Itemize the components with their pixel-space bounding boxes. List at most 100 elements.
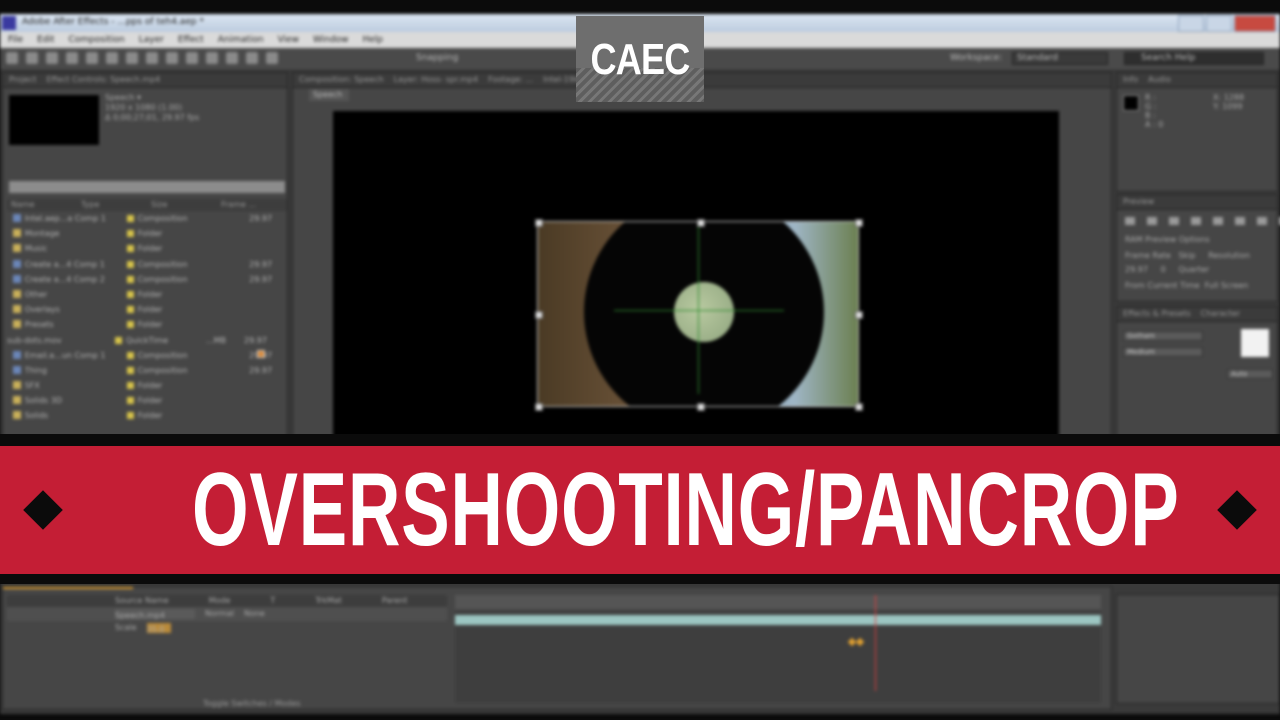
menu-file[interactable]: File bbox=[8, 32, 23, 48]
project-row[interactable]: Solids 3D Folder bbox=[7, 393, 287, 408]
font-family-select[interactable]: Gotham bbox=[1123, 331, 1203, 341]
tab-footage[interactable]: Footage: ... bbox=[488, 73, 533, 87]
brush-tool-icon[interactable] bbox=[206, 52, 218, 64]
mask-tool-icon[interactable] bbox=[146, 52, 158, 64]
transform-handle[interactable] bbox=[697, 219, 705, 227]
menu-view[interactable]: View bbox=[278, 32, 299, 48]
menu-edit[interactable]: Edit bbox=[37, 32, 54, 48]
playhead[interactable] bbox=[874, 595, 876, 691]
tab-preview[interactable]: Preview bbox=[1123, 195, 1154, 209]
last-frame-icon[interactable] bbox=[1213, 217, 1223, 225]
leading-select[interactable]: Auto bbox=[1227, 369, 1273, 379]
tab-project[interactable]: Project bbox=[9, 73, 36, 87]
tab-character[interactable]: Character bbox=[1201, 307, 1241, 321]
rotate-tool-icon[interactable] bbox=[86, 52, 98, 64]
type-tool-icon[interactable] bbox=[186, 52, 198, 64]
menu-help[interactable]: Help bbox=[362, 32, 383, 48]
frame-rate-select[interactable]: 29.97 bbox=[1125, 265, 1148, 274]
label-color-icon[interactable] bbox=[126, 230, 134, 238]
layer-property-row[interactable]: Scale 35.0 bbox=[7, 621, 447, 635]
menu-window[interactable]: Window bbox=[313, 32, 349, 48]
first-frame-icon[interactable] bbox=[1125, 217, 1135, 225]
comp-subtab[interactable]: Speech bbox=[309, 89, 349, 101]
col-frame[interactable]: Frame ... bbox=[217, 199, 287, 211]
label-color-icon[interactable] bbox=[126, 366, 134, 374]
eraser-tool-icon[interactable] bbox=[246, 52, 258, 64]
transform-handle[interactable] bbox=[697, 403, 705, 411]
menu-effect[interactable]: Effect bbox=[178, 32, 204, 48]
project-row[interactable]: Presets Folder bbox=[7, 317, 287, 332]
tab-audio[interactable]: Audio bbox=[1148, 73, 1171, 87]
puppet-tool-icon[interactable] bbox=[266, 52, 278, 64]
project-row[interactable]: Create a...4 Comp 1 Composition 29.97 bbox=[7, 257, 287, 272]
label-color-icon[interactable] bbox=[126, 397, 134, 405]
transform-handle[interactable] bbox=[535, 311, 543, 319]
menu-animation[interactable]: Animation bbox=[218, 32, 264, 48]
transform-handle[interactable] bbox=[855, 403, 863, 411]
minimize-button[interactable] bbox=[1178, 15, 1204, 32]
play-icon[interactable] bbox=[1169, 217, 1179, 225]
project-row[interactable]: sub-dots.mov QuickTime ...MB 29.97 bbox=[7, 333, 287, 358]
project-row[interactable]: Solids Folder bbox=[7, 408, 287, 423]
from-current-time-checkbox[interactable]: From Current Time bbox=[1125, 281, 1200, 290]
project-row[interactable]: Thing Composition 29.97 bbox=[7, 363, 287, 378]
clone-tool-icon[interactable] bbox=[226, 52, 238, 64]
transform-handle[interactable] bbox=[855, 219, 863, 227]
project-row[interactable]: SFX Folder bbox=[7, 378, 287, 393]
font-style-select[interactable]: Medium bbox=[1123, 347, 1203, 357]
col-name[interactable]: Name bbox=[7, 199, 77, 211]
pan-behind-tool-icon[interactable] bbox=[126, 52, 138, 64]
label-color-icon[interactable] bbox=[126, 245, 134, 253]
search-help-input[interactable]: Search Help bbox=[1124, 52, 1264, 65]
maximize-button[interactable] bbox=[1206, 15, 1232, 32]
transform-handle[interactable] bbox=[535, 403, 543, 411]
loop-icon[interactable] bbox=[1257, 217, 1267, 225]
project-row[interactable]: Music Folder bbox=[7, 241, 287, 256]
label-color-icon[interactable] bbox=[126, 321, 134, 329]
label-color-icon[interactable] bbox=[126, 275, 134, 283]
layer-row[interactable]: Speech.mp4 Normal None bbox=[7, 607, 447, 621]
label-color-icon[interactable] bbox=[126, 382, 134, 390]
transform-handle[interactable] bbox=[535, 219, 543, 227]
next-frame-icon[interactable] bbox=[1191, 217, 1201, 225]
label-color-icon[interactable] bbox=[126, 290, 134, 298]
label-color-icon[interactable] bbox=[115, 336, 122, 344]
tab-effect-controls[interactable]: Effect Controls: Speech.mp4 bbox=[46, 73, 160, 87]
col-type[interactable]: Type bbox=[77, 199, 147, 211]
zoom-tool-icon[interactable] bbox=[66, 52, 78, 64]
layer-mode[interactable]: Normal bbox=[205, 607, 234, 621]
toggle-switches-modes[interactable]: Toggle Switches / Modes bbox=[203, 699, 301, 708]
time-ruler[interactable] bbox=[455, 595, 1101, 609]
tab-effects-presets[interactable]: Effects & Presets bbox=[1123, 307, 1191, 321]
project-row[interactable]: Overlays Folder bbox=[7, 302, 287, 317]
selection-tool-icon[interactable] bbox=[26, 52, 38, 64]
property-value[interactable]: 35.0 bbox=[146, 623, 171, 634]
layer-name[interactable]: Speech.mp4 bbox=[115, 609, 195, 620]
menu-composition[interactable]: Composition bbox=[69, 32, 125, 48]
workspace-select[interactable]: Standard bbox=[1012, 52, 1108, 65]
project-row[interactable]: Email.a...un Comp 1 Composition 29.97 bbox=[7, 348, 287, 363]
tab-layer[interactable]: Layer: Hoss- spr.mp4 bbox=[394, 73, 478, 87]
snapping-label[interactable]: Snapping bbox=[416, 53, 458, 63]
label-color-icon[interactable] bbox=[126, 260, 134, 268]
close-button[interactable] bbox=[1234, 15, 1276, 32]
scope-footage-layer[interactable] bbox=[537, 221, 859, 407]
camera-tool-icon[interactable] bbox=[106, 52, 118, 64]
full-screen-checkbox[interactable]: Full Screen bbox=[1205, 281, 1249, 290]
layer-duration-bar[interactable] bbox=[455, 615, 1101, 625]
project-row[interactable]: Create a...4 Comp 2 Composition 29.97 bbox=[7, 272, 287, 287]
fill-color-swatch[interactable] bbox=[1241, 329, 1269, 357]
label-color-icon[interactable] bbox=[126, 412, 134, 420]
skip-select[interactable]: 0 bbox=[1161, 265, 1166, 274]
hand-tool-icon[interactable] bbox=[46, 52, 58, 64]
label-color-icon[interactable] bbox=[126, 306, 134, 314]
label-color-icon[interactable] bbox=[126, 351, 134, 359]
project-row[interactable]: Montage Folder bbox=[7, 226, 287, 241]
transform-handle[interactable] bbox=[855, 311, 863, 319]
tab-composition[interactable]: Composition: Speech bbox=[299, 73, 384, 87]
tab-info[interactable]: Info bbox=[1123, 73, 1138, 87]
menu-layer[interactable]: Layer bbox=[139, 32, 164, 48]
ram-preview-options[interactable]: RAM Preview Options bbox=[1125, 235, 1210, 244]
pen-tool-icon[interactable] bbox=[166, 52, 178, 64]
label-color-icon[interactable] bbox=[126, 215, 134, 222]
